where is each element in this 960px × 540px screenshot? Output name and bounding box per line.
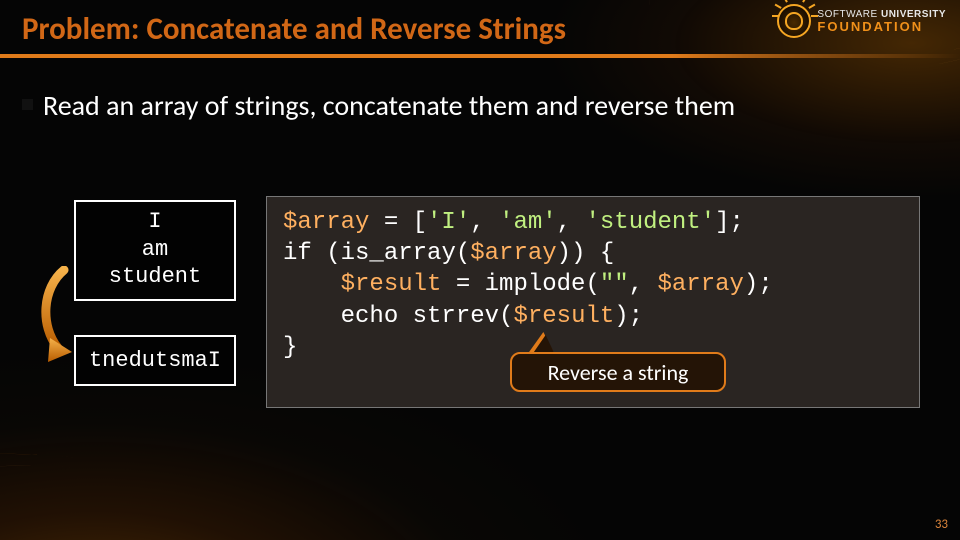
input-line: I: [80, 208, 230, 236]
input-line: am: [80, 236, 230, 264]
page-number: 33: [935, 517, 948, 532]
title-underline: [0, 54, 960, 58]
decorative-swirl-bottom: [0, 400, 520, 540]
logo-text-line1: SOFTWARE UNIVERSITY: [817, 10, 946, 20]
bullet-square-icon: [22, 99, 33, 110]
slide-title: Problem: Concatenate and Reverse Strings: [22, 10, 566, 48]
softuni-logo: SOFTWARE UNIVERSITY FOUNDATION: [777, 4, 946, 38]
input-box: I am student: [74, 200, 236, 301]
bullet-text: Read an array of strings, concatenate th…: [43, 88, 735, 123]
output-box: tnedutsmaI: [74, 335, 236, 387]
input-line: student: [80, 263, 230, 291]
bullet-item: Read an array of strings, concatenate th…: [22, 88, 735, 123]
lightbulb-icon: [777, 4, 811, 38]
logo-text-line2: FOUNDATION: [817, 20, 946, 33]
callout-box: Reverse a string: [510, 352, 726, 392]
